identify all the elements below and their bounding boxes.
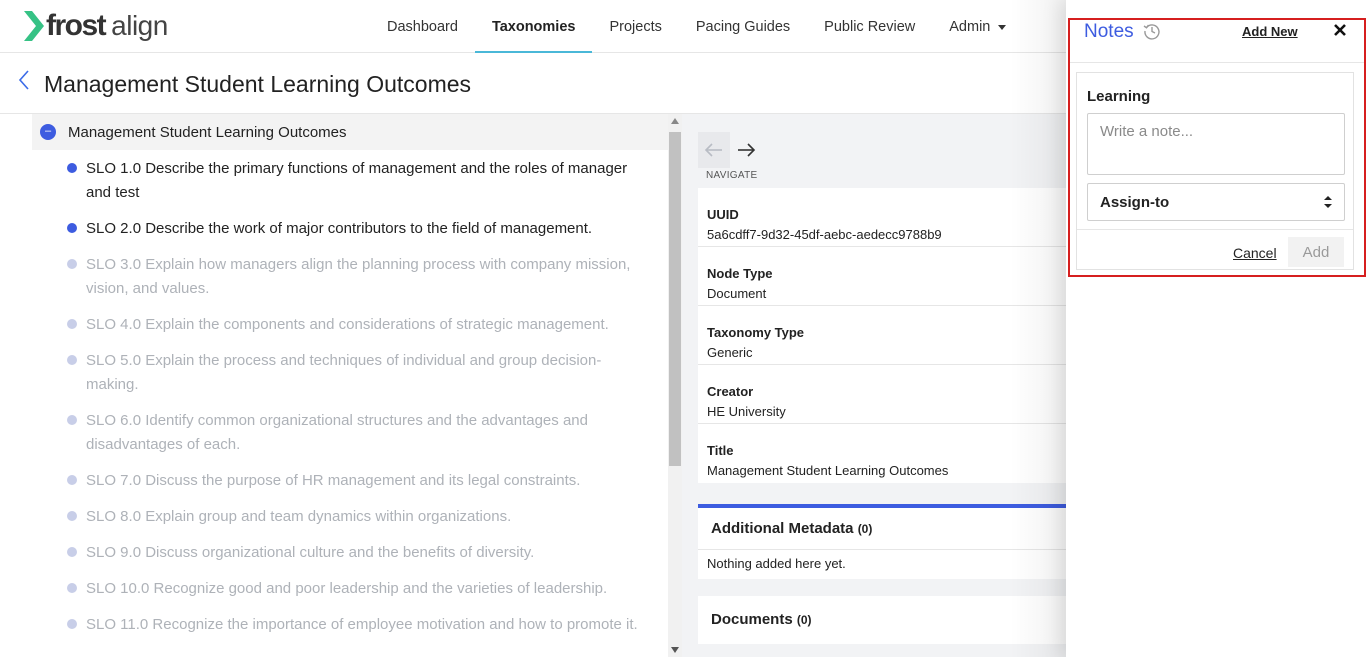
bullet-icon [67, 163, 77, 173]
additional-metadata-header[interactable]: Additional Metadata (0) [698, 508, 1128, 550]
arrow-right-icon [738, 143, 756, 157]
metadata-row-node-type: Node Type Document [698, 247, 1128, 306]
metadata-label: Title [707, 443, 734, 458]
metadata-value: Document [707, 286, 767, 301]
frost-align-logo[interactable]: frost align [24, 10, 168, 42]
tree-item-label: SLO 3.0 Explain how managers align the p… [86, 256, 631, 297]
caret-down-icon [998, 25, 1007, 30]
tree-item-label: SLO 7.0 Discuss the purpose of HR manage… [86, 472, 581, 489]
additional-metadata-section: Additional Metadata (0) Nothing added he… [698, 504, 1128, 579]
metadata-value: Management Student Learning Outcomes [707, 463, 949, 478]
tree-item-slo-11[interactable]: SLO 11.0 Recognize the importance of emp… [32, 606, 668, 642]
tree-item-label: SLO 2.0 Describe the work of major contr… [86, 220, 593, 237]
tree-item-label: SLO 4.0 Explain the components and consi… [86, 316, 609, 333]
nav-pacing-guides[interactable]: Pacing Guides [679, 0, 807, 53]
documents-title: Documents [711, 611, 793, 628]
bullet-icon [67, 319, 77, 329]
frost-chevron-icon [24, 11, 44, 41]
bullet-icon [67, 547, 77, 557]
bullet-icon [67, 355, 77, 365]
metadata-label: Taxonomy Type [707, 325, 805, 340]
additional-metadata-title: Additional Metadata [711, 520, 854, 537]
documents-count: (0) [796, 613, 812, 627]
metadata-row-title: Title Management Student Learning Outcom… [698, 424, 1128, 483]
page-title: Management Student Learning Outcomes [44, 71, 472, 97]
documents-section-header[interactable]: Documents (0) [698, 596, 1128, 644]
metadata-label: Creator [707, 384, 754, 399]
bullet-icon [67, 619, 77, 629]
tree-item-slo-3[interactable]: SLO 3.0 Explain how managers align the p… [32, 246, 668, 306]
bullet-icon [67, 223, 77, 233]
collapse-icon[interactable]: – [40, 124, 56, 140]
main-nav: Dashboard Taxonomies Projects Pacing Gui… [370, 0, 1023, 53]
tree-item-label: SLO 1.0 Describe the primary functions o… [86, 160, 628, 201]
bullet-icon [67, 415, 77, 425]
tree-scrollbar[interactable] [668, 114, 682, 657]
bullet-icon [67, 259, 77, 269]
tree-item-slo-6[interactable]: SLO 6.0 Identify common organizational s… [32, 402, 668, 462]
tree-item-slo-8[interactable]: SLO 8.0 Explain group and team dynamics … [32, 498, 668, 534]
logo-text-bold: frost [46, 9, 107, 42]
notes-highlight-frame [1068, 18, 1366, 277]
scroll-up-arrow-icon[interactable] [671, 118, 679, 124]
tree-item-slo-5[interactable]: SLO 5.0 Explain the process and techniqu… [32, 342, 668, 402]
next-node-button[interactable] [730, 132, 762, 168]
scroll-thumb[interactable] [669, 132, 681, 466]
metadata-card: UUID 5a6cdff7-9d32-45df-aebc-aedecc9788b… [698, 188, 1128, 483]
additional-metadata-empty: Nothing added here yet. [707, 556, 846, 571]
metadata-row-taxonomy-type: Taxonomy Type Generic [698, 306, 1128, 365]
tree-item-slo-9[interactable]: SLO 9.0 Discuss organizational culture a… [32, 534, 668, 570]
previous-node-button[interactable] [698, 132, 730, 168]
logo-text-light: align [111, 10, 168, 41]
scroll-down-arrow-icon[interactable] [671, 647, 679, 653]
tree-item-label: SLO 10.0 Recognize good and poor leaders… [86, 580, 608, 597]
metadata-value: 5a6cdff7-9d32-45df-aebc-aedecc9788b9 [707, 227, 942, 242]
metadata-row-uuid: UUID 5a6cdff7-9d32-45df-aebc-aedecc9788b… [698, 188, 1128, 247]
tree-root-label: Management Student Learning Outcomes [68, 123, 347, 141]
tree-item-label: SLO 8.0 Explain group and team dynamics … [86, 508, 512, 525]
nav-admin[interactable]: Admin [932, 0, 1023, 53]
metadata-label: UUID [707, 207, 739, 222]
navigate-arrows [698, 132, 766, 168]
tree-root-node[interactable]: – Management Student Learning Outcomes [32, 114, 668, 150]
tree-item-label: SLO 5.0 Explain the process and techniqu… [86, 352, 602, 393]
taxonomy-tree: – Management Student Learning Outcomes S… [32, 114, 668, 657]
nav-public-review[interactable]: Public Review [807, 0, 932, 53]
nav-dashboard[interactable]: Dashboard [370, 0, 475, 53]
metadata-label: Node Type [707, 266, 773, 281]
tree-item-slo-7[interactable]: SLO 7.0 Discuss the purpose of HR manage… [32, 462, 668, 498]
tree-item-slo-1[interactable]: SLO 1.0 Describe the primary functions o… [32, 150, 668, 210]
tree-item-label: SLO 6.0 Identify common organizational s… [86, 412, 588, 453]
nav-admin-label: Admin [949, 18, 991, 35]
nav-projects[interactable]: Projects [592, 0, 678, 53]
tree-item-slo-2[interactable]: SLO 2.0 Describe the work of major contr… [32, 210, 668, 246]
back-chevron-icon[interactable] [16, 69, 34, 91]
metadata-value: Generic [707, 345, 753, 360]
bullet-icon [67, 511, 77, 521]
tree-item-label: SLO 9.0 Discuss organizational culture a… [86, 544, 535, 561]
additional-metadata-count: (0) [857, 522, 873, 536]
arrow-left-icon [704, 143, 722, 157]
tree-item-slo-4[interactable]: SLO 4.0 Explain the components and consi… [32, 306, 668, 342]
bullet-icon [67, 583, 77, 593]
tree-item-slo-10[interactable]: SLO 10.0 Recognize good and poor leaders… [32, 570, 668, 606]
navigate-label: NAVIGATE [706, 170, 758, 181]
metadata-value: HE University [707, 404, 786, 419]
nav-taxonomies[interactable]: Taxonomies [474, 0, 593, 53]
metadata-row-creator: Creator HE University [698, 365, 1128, 424]
tree-item-label: SLO 11.0 Recognize the importance of emp… [86, 616, 638, 633]
bullet-icon [67, 475, 77, 485]
